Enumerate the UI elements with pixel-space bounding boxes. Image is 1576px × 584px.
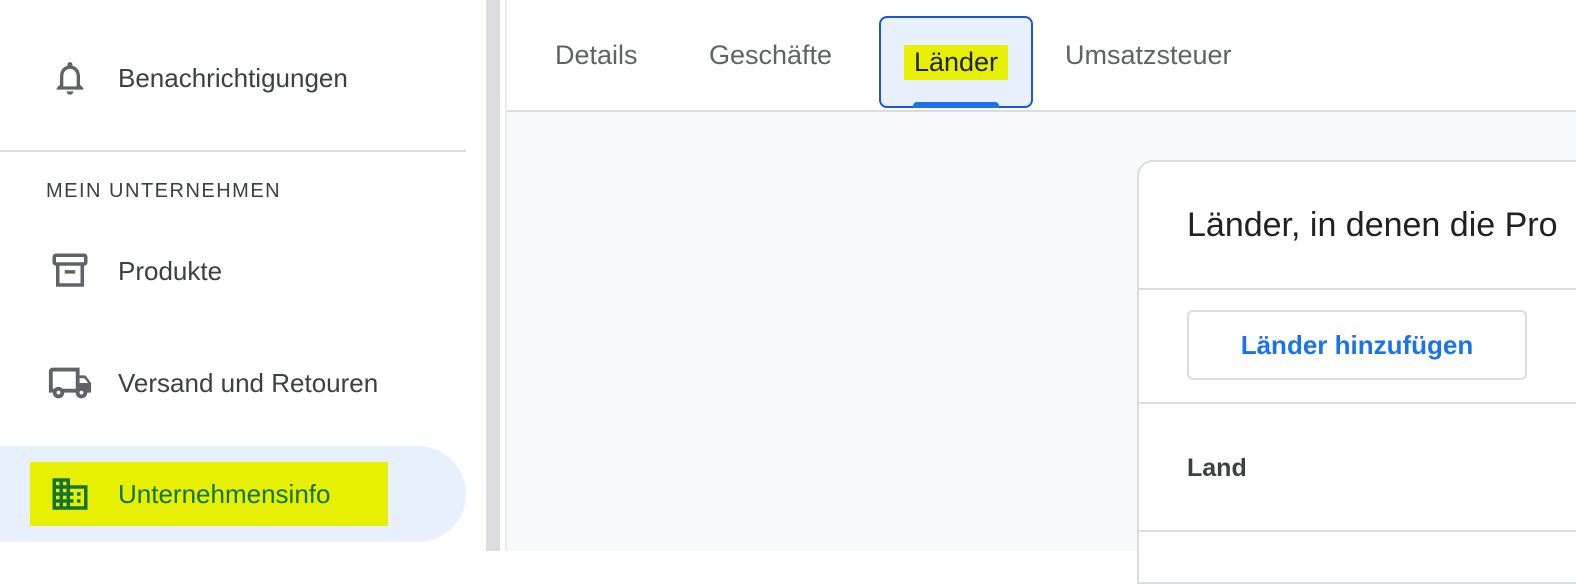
sidebar-item-label: Unternehmensinfo bbox=[118, 478, 331, 509]
sidebar-item-label: Versand und Retouren bbox=[118, 367, 379, 398]
active-tab-indicator bbox=[913, 102, 999, 108]
sidebar-item-shipping[interactable]: Versand und Retouren bbox=[0, 335, 466, 431]
divider bbox=[1139, 288, 1576, 290]
sidebar-item-notifications[interactable]: Benachrichtigungen bbox=[0, 30, 466, 126]
divider bbox=[1139, 402, 1576, 404]
archive-icon bbox=[46, 247, 94, 295]
add-countries-button[interactable]: Länder hinzufügen bbox=[1187, 310, 1527, 380]
truck-icon bbox=[46, 359, 94, 407]
tab-bar: Details Geschäfte Länder Umsatzsteuer bbox=[507, 0, 1576, 112]
section-title: MEIN UNTERNEHMEN bbox=[46, 180, 282, 202]
sidebar-item-label: Produkte bbox=[118, 255, 223, 286]
tab-label: Umsatzsteuer bbox=[1065, 39, 1232, 70]
sidebar-item-products[interactable]: Produkte bbox=[0, 223, 466, 319]
panel-splitter[interactable] bbox=[486, 0, 500, 551]
countries-card: Länder, in denen die Pro Länder hinzufüg… bbox=[1137, 160, 1576, 584]
card-title: Länder, in denen die Pro bbox=[1187, 206, 1558, 244]
tab-label: Details bbox=[555, 39, 638, 70]
column-header-country: Land bbox=[1187, 454, 1247, 482]
tab-label: Geschäfte bbox=[709, 39, 833, 70]
tab-sales-tax[interactable]: Umsatzsteuer bbox=[1065, 0, 1232, 110]
main-content: Details Geschäfte Länder Umsatzsteuer Lä… bbox=[507, 0, 1576, 584]
divider bbox=[1139, 530, 1576, 532]
tab-details[interactable]: Details bbox=[555, 0, 638, 110]
bell-icon bbox=[46, 54, 94, 102]
sidebar-item-label: Benachrichtigungen bbox=[118, 62, 348, 93]
sidebar-item-business-info[interactable]: Unternehmensinfo bbox=[0, 446, 466, 542]
tab-stores[interactable]: Geschäfte bbox=[709, 0, 832, 110]
sidebar-divider bbox=[0, 150, 466, 152]
tab-label: Länder bbox=[903, 44, 1009, 80]
business-icon bbox=[46, 470, 94, 518]
sidebar: Benachrichtigungen MEIN UNTERNEHMEN Prod… bbox=[0, 0, 486, 551]
tab-countries[interactable]: Länder bbox=[879, 16, 1033, 108]
